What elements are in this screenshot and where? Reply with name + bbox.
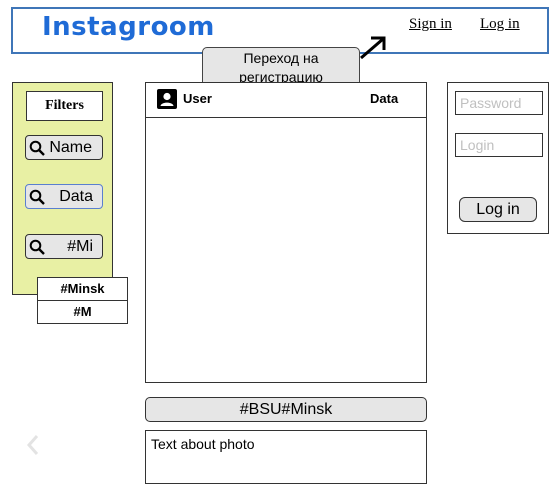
user-icon <box>157 89 177 109</box>
search-icon <box>29 140 45 156</box>
filter-data-label: Data <box>59 188 93 205</box>
search-icon <box>29 189 45 205</box>
post-photo-area <box>145 82 427 383</box>
filter-name-button[interactable]: Name <box>25 135 103 160</box>
hashtag-suggestion[interactable]: #Minsk <box>37 277 128 301</box>
login-field[interactable]: Login <box>455 133 543 157</box>
filter-hashtag-input[interactable]: #Mi <box>25 234 103 259</box>
log-in-link[interactable]: Log in <box>480 16 520 33</box>
logo: Instagroom <box>42 12 215 42</box>
post-description: Text about photo <box>145 430 427 484</box>
post-hashtags: #BSU#Minsk <box>145 397 427 422</box>
post-user-label: User <box>183 91 212 106</box>
filters-title: Filters <box>26 91 103 121</box>
chevron-left-icon[interactable] <box>25 432 41 458</box>
log-in-button[interactable]: Log in <box>459 197 537 222</box>
filter-hashtag-value: #Mi <box>67 238 93 255</box>
callout-line-1: Переход на <box>243 50 319 66</box>
filter-data-button[interactable]: Data <box>25 184 103 209</box>
password-field[interactable]: Password <box>455 91 543 115</box>
search-icon <box>29 239 45 255</box>
post-date-label: Data <box>370 91 399 106</box>
filter-name-label: Name <box>49 139 92 156</box>
arrow-up-right-icon <box>360 36 386 60</box>
hashtag-suggestion[interactable]: #M <box>37 300 128 324</box>
sign-in-link[interactable]: Sign in <box>409 16 452 33</box>
